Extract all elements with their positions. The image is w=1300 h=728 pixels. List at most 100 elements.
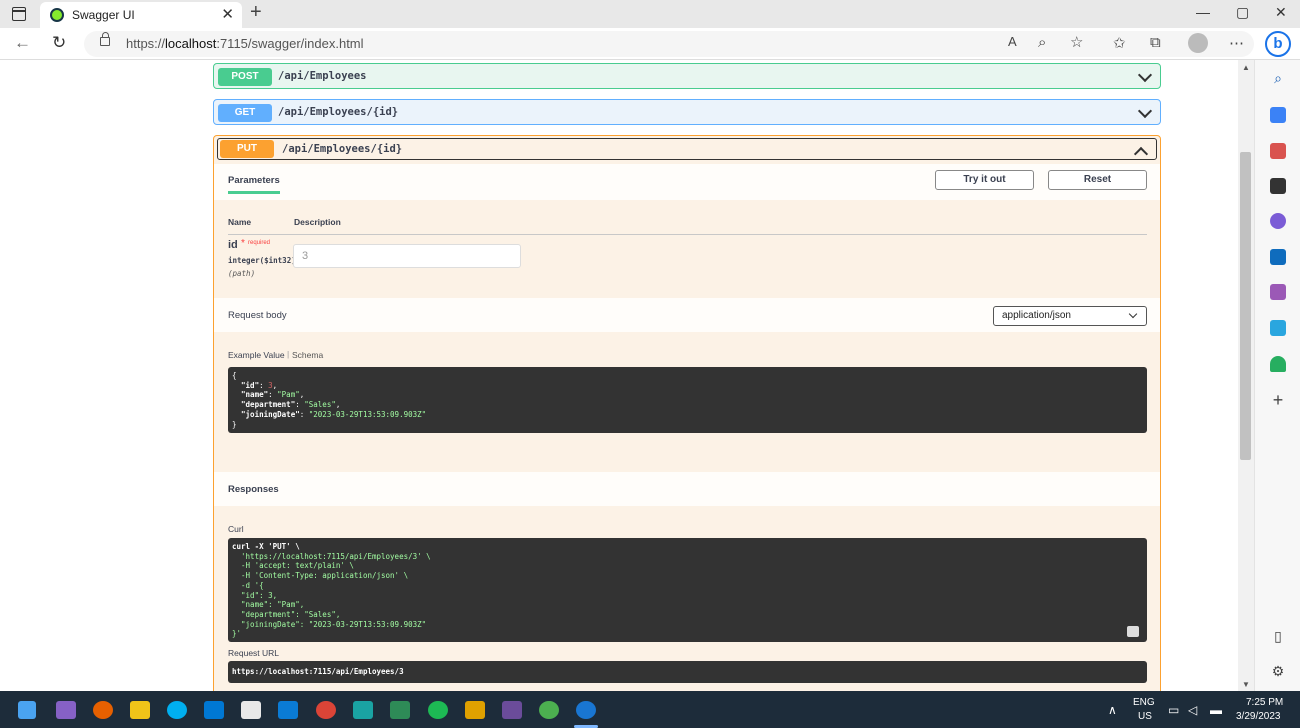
operation-path: /api/Employees/{id} bbox=[278, 106, 399, 118]
drop-icon[interactable] bbox=[1270, 320, 1286, 336]
firefox-icon[interactable] bbox=[93, 701, 113, 719]
refresh-icon[interactable]: ↻ bbox=[52, 33, 66, 53]
tab-example-value[interactable]: Example Value bbox=[228, 350, 285, 360]
read-aloud-icon[interactable]: A bbox=[1008, 34, 1017, 49]
responses-label: Responses bbox=[228, 484, 279, 495]
page-scrollbar[interactable]: ▲ ▼ bbox=[1238, 60, 1254, 691]
edge-icon[interactable] bbox=[576, 701, 596, 719]
chevron-down-icon[interactable] bbox=[1137, 67, 1153, 83]
edge-sidebar: ⌕ + ▯ ⚙ bbox=[1254, 60, 1300, 691]
curl-code: curl -X 'PUT' \ 'https://localhost:7115/… bbox=[228, 538, 1147, 642]
clock-date[interactable]: 3/29/2023 bbox=[1236, 711, 1281, 722]
back-icon[interactable]: ← bbox=[14, 33, 31, 53]
profile-avatar[interactable] bbox=[1188, 33, 1208, 53]
vscode-icon[interactable] bbox=[278, 701, 298, 719]
minimize-icon[interactable]: — bbox=[1196, 4, 1210, 20]
swagger-page: POST /api/Employees GET /api/Employees/{… bbox=[0, 60, 1238, 691]
scroll-down-icon[interactable]: ▼ bbox=[1242, 680, 1250, 689]
tab-parameters[interactable]: Parameters bbox=[228, 175, 280, 194]
content-type-value: application/json bbox=[1002, 310, 1071, 321]
spotify-icon[interactable] bbox=[428, 701, 448, 719]
clock-time[interactable]: 7:25 PM bbox=[1246, 697, 1283, 708]
copy-icon[interactable] bbox=[1127, 626, 1139, 637]
content-type-select[interactable]: application/json bbox=[993, 306, 1147, 326]
method-badge-get: GET bbox=[218, 104, 272, 122]
search-icon[interactable]: ⌕ bbox=[1270, 70, 1286, 86]
curl-line: "name": "Pam", bbox=[232, 600, 305, 610]
tab-schema[interactable]: Schema bbox=[292, 350, 323, 360]
store-icon[interactable] bbox=[241, 701, 261, 719]
code-value: 3 bbox=[268, 380, 273, 390]
operation-summary-put[interactable]: PUT /api/Employees/{id} bbox=[217, 138, 1157, 162]
tree-icon[interactable] bbox=[1270, 356, 1286, 372]
code-value: "2023-03-29T13:53:09.903Z" bbox=[308, 409, 427, 419]
code-key: "name" bbox=[241, 390, 269, 400]
code-brace: { bbox=[232, 371, 237, 380]
zoom-icon[interactable]: ⌕ bbox=[1038, 34, 1046, 51]
tab-title: Swagger UI bbox=[72, 8, 135, 22]
chevron-down-icon[interactable] bbox=[1137, 103, 1153, 119]
operation-path: /api/Employees bbox=[278, 70, 367, 82]
outlook-icon[interactable] bbox=[1270, 249, 1286, 265]
request-url-label: Request URL bbox=[228, 648, 280, 658]
maximize-icon[interactable]: ▢ bbox=[1236, 4, 1249, 21]
operation-path: /api/Employees/{id} bbox=[282, 143, 403, 155]
settings-icon[interactable]: ⚙ bbox=[1270, 663, 1286, 679]
method-badge-put: PUT bbox=[220, 140, 274, 158]
start-icon[interactable] bbox=[18, 701, 36, 719]
curl-line: -H 'accept: text/plain' \ bbox=[232, 561, 354, 571]
operation-post-employees[interactable]: POST /api/Employees bbox=[213, 63, 1161, 89]
scroll-up-icon[interactable]: ▲ bbox=[1242, 63, 1250, 72]
reset-button[interactable]: Reset bbox=[1048, 170, 1147, 190]
app-icon[interactable] bbox=[353, 701, 373, 719]
new-tab-icon[interactable]: + bbox=[250, 1, 262, 24]
language-top[interactable]: ENG bbox=[1133, 697, 1155, 708]
tools-icon[interactable] bbox=[1270, 143, 1286, 159]
favorite-icon[interactable]: ☆ bbox=[1070, 33, 1083, 51]
bing-chat-icon[interactable]: b bbox=[1265, 31, 1291, 57]
title-bar: Swagger UI ✕ + — ▢ ✕ bbox=[0, 0, 1300, 28]
sticky-app-icon[interactable] bbox=[465, 701, 485, 719]
skype-icon[interactable] bbox=[167, 701, 187, 719]
scrollbar-thumb[interactable] bbox=[1240, 152, 1251, 460]
file-explorer-icon[interactable] bbox=[130, 701, 150, 719]
address-bar[interactable]: https://localhost:7115/swagger/index.htm… bbox=[84, 31, 1254, 57]
column-name: Name bbox=[228, 217, 252, 227]
add-icon[interactable]: + bbox=[1270, 391, 1286, 409]
swagger-favicon-icon bbox=[50, 8, 64, 22]
param-location: (path) bbox=[228, 269, 256, 278]
shopping-icon[interactable] bbox=[1270, 107, 1286, 123]
battery-icon[interactable]: ▬ bbox=[1210, 703, 1222, 717]
sidebar-toggle-icon[interactable]: ▯ bbox=[1270, 628, 1286, 644]
close-window-icon[interactable]: ✕ bbox=[1275, 4, 1287, 21]
maps-icon[interactable] bbox=[539, 701, 559, 719]
more-menu-icon[interactable]: ⋯ bbox=[1229, 34, 1244, 52]
required-label: required bbox=[248, 240, 271, 246]
collections-icon[interactable]: ⧉ bbox=[1150, 34, 1161, 51]
id-input[interactable]: 3 bbox=[293, 244, 521, 268]
operation-get-employee-by-id[interactable]: GET /api/Employees/{id} bbox=[213, 99, 1161, 125]
curl-line: "department": "Sales", bbox=[232, 609, 341, 619]
chevron-up-icon[interactable] bbox=[1133, 146, 1149, 162]
close-tab-icon[interactable]: ✕ bbox=[221, 5, 234, 23]
language-bottom[interactable]: US bbox=[1138, 711, 1152, 722]
show-hidden-icons[interactable]: ∧ bbox=[1108, 703, 1117, 717]
games-icon[interactable] bbox=[1270, 178, 1286, 194]
favorites-icon[interactable]: ✩ bbox=[1113, 34, 1126, 52]
curl-line: }' bbox=[232, 629, 242, 639]
feedback-icon[interactable] bbox=[390, 701, 410, 719]
visual-studio-icon[interactable] bbox=[56, 701, 76, 719]
lock-icon[interactable] bbox=[100, 32, 110, 46]
chrome-icon[interactable] bbox=[316, 701, 336, 719]
microsoft-365-icon[interactable] bbox=[1270, 213, 1286, 229]
mail-icon[interactable] bbox=[204, 701, 224, 719]
tab-actions-icon[interactable] bbox=[12, 7, 26, 21]
network-icon[interactable]: ▭ bbox=[1168, 703, 1179, 717]
request-body-label: Request body bbox=[228, 310, 287, 321]
try-it-out-button[interactable]: Try it out bbox=[935, 170, 1034, 190]
terminal-icon[interactable] bbox=[502, 701, 522, 719]
column-description: Description bbox=[294, 217, 341, 227]
volume-icon[interactable]: ◁ bbox=[1188, 703, 1197, 717]
browser-tab-swagger[interactable]: Swagger UI ✕ bbox=[40, 2, 242, 28]
designer-icon[interactable] bbox=[1270, 284, 1286, 300]
